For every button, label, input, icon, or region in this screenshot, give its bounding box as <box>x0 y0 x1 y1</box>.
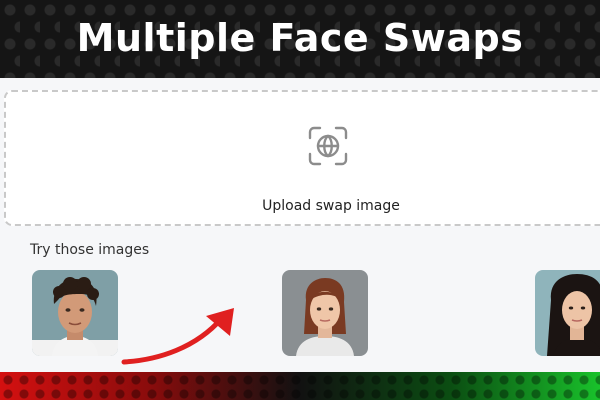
title-banner: Multiple Face Swaps <box>0 0 600 78</box>
face-scan-icon <box>308 126 348 166</box>
sample-face-woman-auburn[interactable] <box>282 270 368 356</box>
upload-dropzone[interactable]: Upload swap image <box>4 90 600 226</box>
sample-face-man-curly[interactable] <box>32 270 118 356</box>
banner-title: Multiple Face Swaps <box>76 16 524 60</box>
upload-label: Upload swap image <box>262 198 400 214</box>
face-swap-app: Upload swap image Try those images <box>0 78 600 372</box>
bottom-gradient-strip <box>0 372 600 400</box>
red-arrow-annotation <box>121 308 234 365</box>
sample-images-label: Try those images <box>30 242 150 258</box>
sample-face-woman-dark-hair[interactable] <box>535 270 600 356</box>
